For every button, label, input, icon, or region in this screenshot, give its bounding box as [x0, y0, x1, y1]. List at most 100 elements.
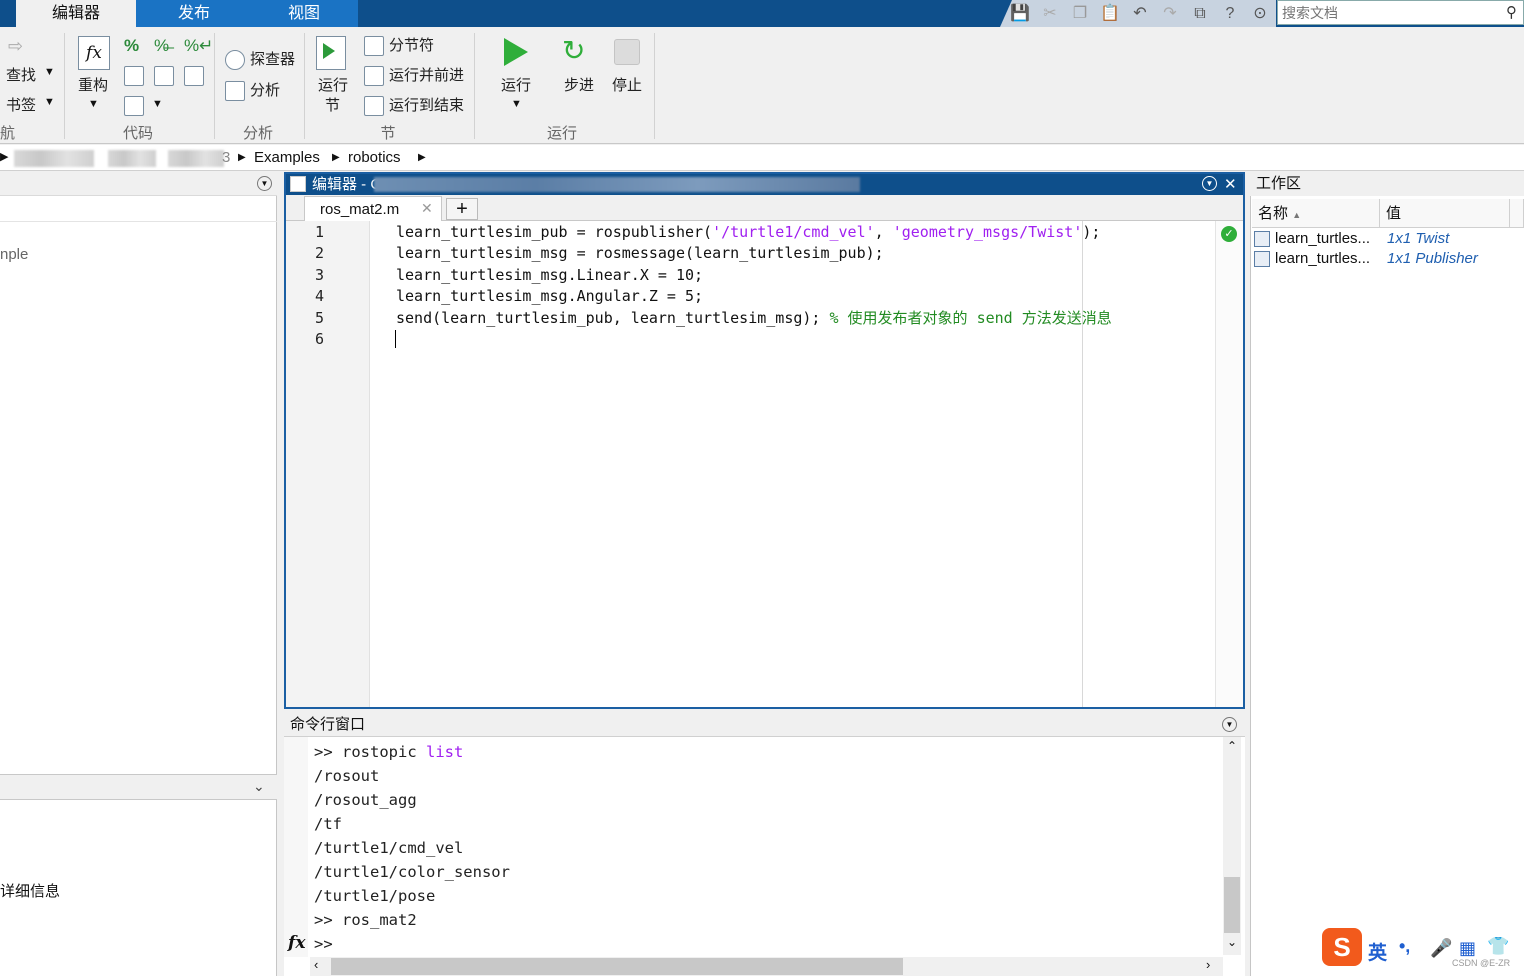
folder-item[interactable]: nple [0, 246, 28, 263]
section-break-button[interactable]: 分节符 [389, 36, 434, 56]
code-lines[interactable]: 1 learn_turtlesim_pub = rospublisher('/tu… [286, 222, 1243, 362]
run-and-advance-button[interactable]: 运行并前进 [389, 66, 464, 86]
tab-editor[interactable]: 编辑器 [16, 0, 136, 27]
uncomment-icon[interactable]: %̶ [154, 36, 169, 56]
column-header-name[interactable]: 名称 ▲ [1252, 199, 1380, 228]
profiler-icon[interactable] [225, 50, 245, 70]
code-line[interactable]: 5 send(learn_turtlesim_pub, learn_turtles… [286, 308, 1243, 329]
scroll-thumb[interactable] [331, 958, 903, 975]
run-section-label-1[interactable]: 运行 [318, 76, 348, 96]
back-arrow-icon[interactable]: ⇨ [8, 36, 23, 57]
search-icon[interactable]: ⚲ [1506, 3, 1517, 21]
chevron-down-icon[interactable]: ▼ [152, 98, 163, 110]
cut-icon[interactable]: ✂ [1040, 4, 1060, 24]
column-header-name-label: 名称 [1258, 205, 1289, 222]
switch-windows-icon[interactable]: ⧉ [1190, 4, 1210, 24]
stop-button[interactable]: 停止 [612, 76, 642, 96]
scroll-thumb[interactable] [1224, 877, 1240, 933]
stop-icon[interactable] [614, 39, 640, 65]
run-section-icon[interactable] [316, 36, 346, 70]
variable-value: 1x1 Twist [1387, 230, 1450, 247]
code-line[interactable]: 2 learn_turtlesim_msg = rosmessage(learn_… [286, 243, 1243, 264]
function-browser-icon[interactable] [124, 96, 144, 116]
table-row[interactable]: learn_turtles... 1x1 Publisher [1254, 249, 1524, 269]
run-icon[interactable] [504, 38, 528, 66]
analyze-button[interactable]: 分析 [250, 81, 280, 101]
chevron-down-icon[interactable]: ▼ [44, 66, 55, 78]
comment-icon[interactable]: % [124, 36, 139, 56]
find-button[interactable]: 查找 [6, 66, 36, 86]
command-output[interactable]: >> rostopic list/rosout/rosout_agg/tf/tu… [284, 740, 1214, 956]
run-to-end-button[interactable]: 运行到结束 [389, 96, 464, 116]
scroll-left-icon[interactable]: ‹ [314, 957, 318, 972]
sogou-logo-icon[interactable]: S [1322, 928, 1362, 966]
close-icon[interactable]: ✕ [1224, 174, 1237, 195]
code-line[interactable]: 1 learn_turtlesim_pub = rospublisher('/tu… [286, 222, 1243, 243]
column-header-value[interactable]: 值 [1380, 199, 1510, 228]
tab-publish[interactable]: 发布 [146, 0, 242, 27]
ime-punctuation-toggle[interactable]: •, [1399, 936, 1410, 957]
command-window-title: 命令行窗口 [290, 716, 366, 733]
microphone-icon[interactable]: 🎤 [1430, 938, 1452, 959]
analyze-icon[interactable] [225, 81, 245, 101]
run-section-label-2[interactable]: 节 [325, 96, 340, 116]
code-token: learn_turtlesim_pub = rospublisher( [396, 223, 713, 241]
skin-icon[interactable]: 👕 [1487, 936, 1509, 957]
keyboard-icon[interactable]: ▦ [1459, 938, 1476, 959]
increase-indent-icon[interactable] [184, 66, 204, 86]
fx-function-icon[interactable]: fx [288, 933, 305, 953]
chevron-down-icon[interactable]: ▼ [88, 98, 99, 110]
paste-icon[interactable]: 📋 [1100, 4, 1120, 24]
ime-language-toggle[interactable]: 英 [1368, 938, 1387, 965]
bookmark-button[interactable]: 书签 [6, 96, 36, 116]
editor-file-tab[interactable]: ros_mat2.m ✕ [304, 196, 442, 222]
copy-icon[interactable]: ❐ [1070, 4, 1090, 24]
wrap-comment-icon[interactable]: %↵ [184, 36, 213, 56]
code-line[interactable]: 3 learn_turtlesim_msg.Linear.X = 10; [286, 265, 1243, 286]
decrease-indent-icon[interactable] [154, 66, 174, 86]
chevron-down-icon[interactable]: ▼ [511, 98, 522, 110]
chevron-down-icon[interactable]: ⌄ [253, 778, 265, 795]
search-box[interactable]: ⚲ [1277, 0, 1524, 25]
undo-icon[interactable]: ↶ [1130, 4, 1150, 24]
profiler-button[interactable]: 探查器 [250, 50, 295, 70]
panel-menu-icon[interactable]: ▼ [1222, 717, 1237, 732]
scroll-up-icon[interactable]: ⌃ [1227, 739, 1237, 753]
refactor-button[interactable]: 重构 [78, 76, 108, 96]
panel-menu-icon[interactable]: ▼ [257, 176, 272, 191]
help-icon[interactable]: ? [1220, 4, 1240, 24]
save-icon[interactable]: 💾 [1010, 4, 1030, 24]
customize-dropdown-icon[interactable]: ⊙ [1250, 4, 1270, 24]
tab-view[interactable]: 视图 [256, 0, 352, 27]
add-tab-button[interactable]: + [446, 198, 478, 220]
smart-indent-icon[interactable] [124, 66, 144, 86]
vertical-scrollbar[interactable]: ⌃ ⌄ [1223, 737, 1241, 955]
step-icon[interactable]: ↻ [562, 34, 585, 67]
group-divider [304, 33, 305, 139]
breadcrumb-item[interactable]: Examples [254, 149, 320, 166]
editor-menu-icon[interactable]: ▼ [1202, 176, 1217, 191]
run-and-advance-icon[interactable] [364, 66, 384, 86]
editor-pencil-icon [290, 176, 306, 192]
horizontal-scrollbar[interactable]: ‹ › [310, 957, 1223, 976]
table-row[interactable]: learn_turtles... 1x1 Twist [1254, 229, 1524, 249]
breadcrumb-item[interactable]: 3 [222, 149, 230, 166]
search-input[interactable] [1278, 1, 1488, 24]
section-break-icon[interactable] [364, 36, 384, 56]
code-line[interactable]: 6 [286, 329, 1243, 350]
run-button[interactable]: 运行 [501, 76, 531, 96]
run-to-end-icon[interactable] [364, 96, 384, 116]
close-icon[interactable]: ✕ [421, 200, 433, 217]
breadcrumb-item[interactable]: robotics [348, 149, 401, 166]
code-line[interactable]: 4 learn_turtlesim_msg.Angular.Z = 5; [286, 286, 1243, 307]
variable-value: 1x1 Publisher [1387, 250, 1478, 267]
editor-title-bar: 编辑器 - C ▼ ✕ [286, 174, 1243, 195]
step-button[interactable]: 步进 [564, 76, 594, 96]
scroll-down-icon[interactable]: ⌄ [1227, 935, 1237, 949]
scroll-right-icon[interactable]: › [1206, 957, 1210, 972]
fx-refactor-icon[interactable]: fx [78, 36, 110, 70]
redo-icon[interactable]: ↷ [1160, 4, 1180, 24]
group-divider [474, 33, 475, 139]
chevron-down-icon[interactable]: ▼ [44, 96, 55, 108]
file-tab-label: ros_mat2.m [320, 201, 400, 218]
